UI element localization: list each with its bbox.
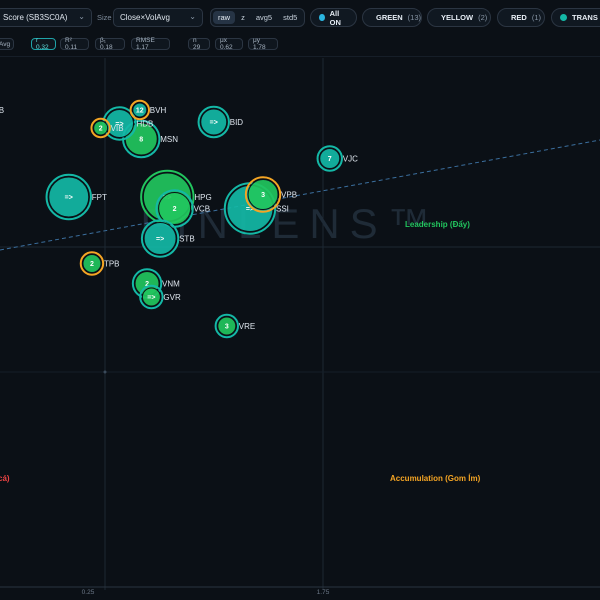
bubble-inner-label: => [156,236,164,243]
bubble-inner-label: 2 [99,126,103,133]
bubble-label: SSI [276,205,289,214]
bubble-inner-label: 3 [225,324,229,331]
quadrant-label-accumulation: Accumulation (Gom Ím) [390,474,481,483]
bubble-tpb[interactable]: 2 TPB [79,251,120,276]
bubble-label: MSN [160,135,178,144]
bubble-inner-label: => [210,120,218,127]
bubble-vre[interactable]: 3 VRE [214,313,256,339]
bubble-inner-label: => [147,295,155,302]
quadrant-label-fragment: cá) [0,474,10,483]
bubble-inner-label: 7 [328,156,332,163]
bubble-label: TPB [104,260,120,269]
bubble-inner-label: 12 [136,108,144,115]
x-tick-label: 0.25 [82,589,95,596]
bubble-inner-label: 3 [261,192,265,199]
bubble-label: ACB [0,106,4,115]
bubble-gvr[interactable]: => GVR [139,284,181,310]
bubble-fpt[interactable]: => FPT [45,173,107,221]
bubble-bvh[interactable]: 12 BVH [129,99,167,121]
bubble-inner-label: 2 [173,206,177,213]
bubble-label: HDB [137,120,154,129]
bubble-label: GVR [163,293,181,302]
quadrant-label-leadership: Leadership (Đẩy) [405,220,470,229]
bubble-label: VNM [162,280,180,289]
bubble-label: VIB [111,124,124,133]
bubble-acb[interactable]: =>ACB [0,95,4,125]
bubble-label: FPT [92,193,107,202]
bubble-label: BID [230,118,244,127]
bubble-label: BVH [150,106,167,115]
bubble-label: VPB [281,191,297,200]
bubble-inner-label: => [65,195,73,202]
bubble-label: VJC [343,155,358,164]
bubble-inner-label: 8 [139,137,143,144]
scatter-chart: FINLENS™ Leadership (Đẩy) Accumulation (… [0,58,600,596]
x-tick-label: 1.75 [317,589,330,596]
origin-marker [103,370,107,374]
bubble-bid[interactable]: => BID [197,105,244,139]
bubble-label: STB [179,235,195,244]
bubble-inner-label: 2 [90,261,94,268]
bubble-label: VCB [194,205,210,214]
bubble-vjc[interactable]: 7 VJC [316,145,359,172]
points-layer: =>HPG=>SSI=>SHB=>FPT=>MWG8MSN=>MBB2VCB=>… [0,95,359,339]
bubble-label: VRE [239,322,255,331]
bubble-label: HPG [194,193,211,202]
